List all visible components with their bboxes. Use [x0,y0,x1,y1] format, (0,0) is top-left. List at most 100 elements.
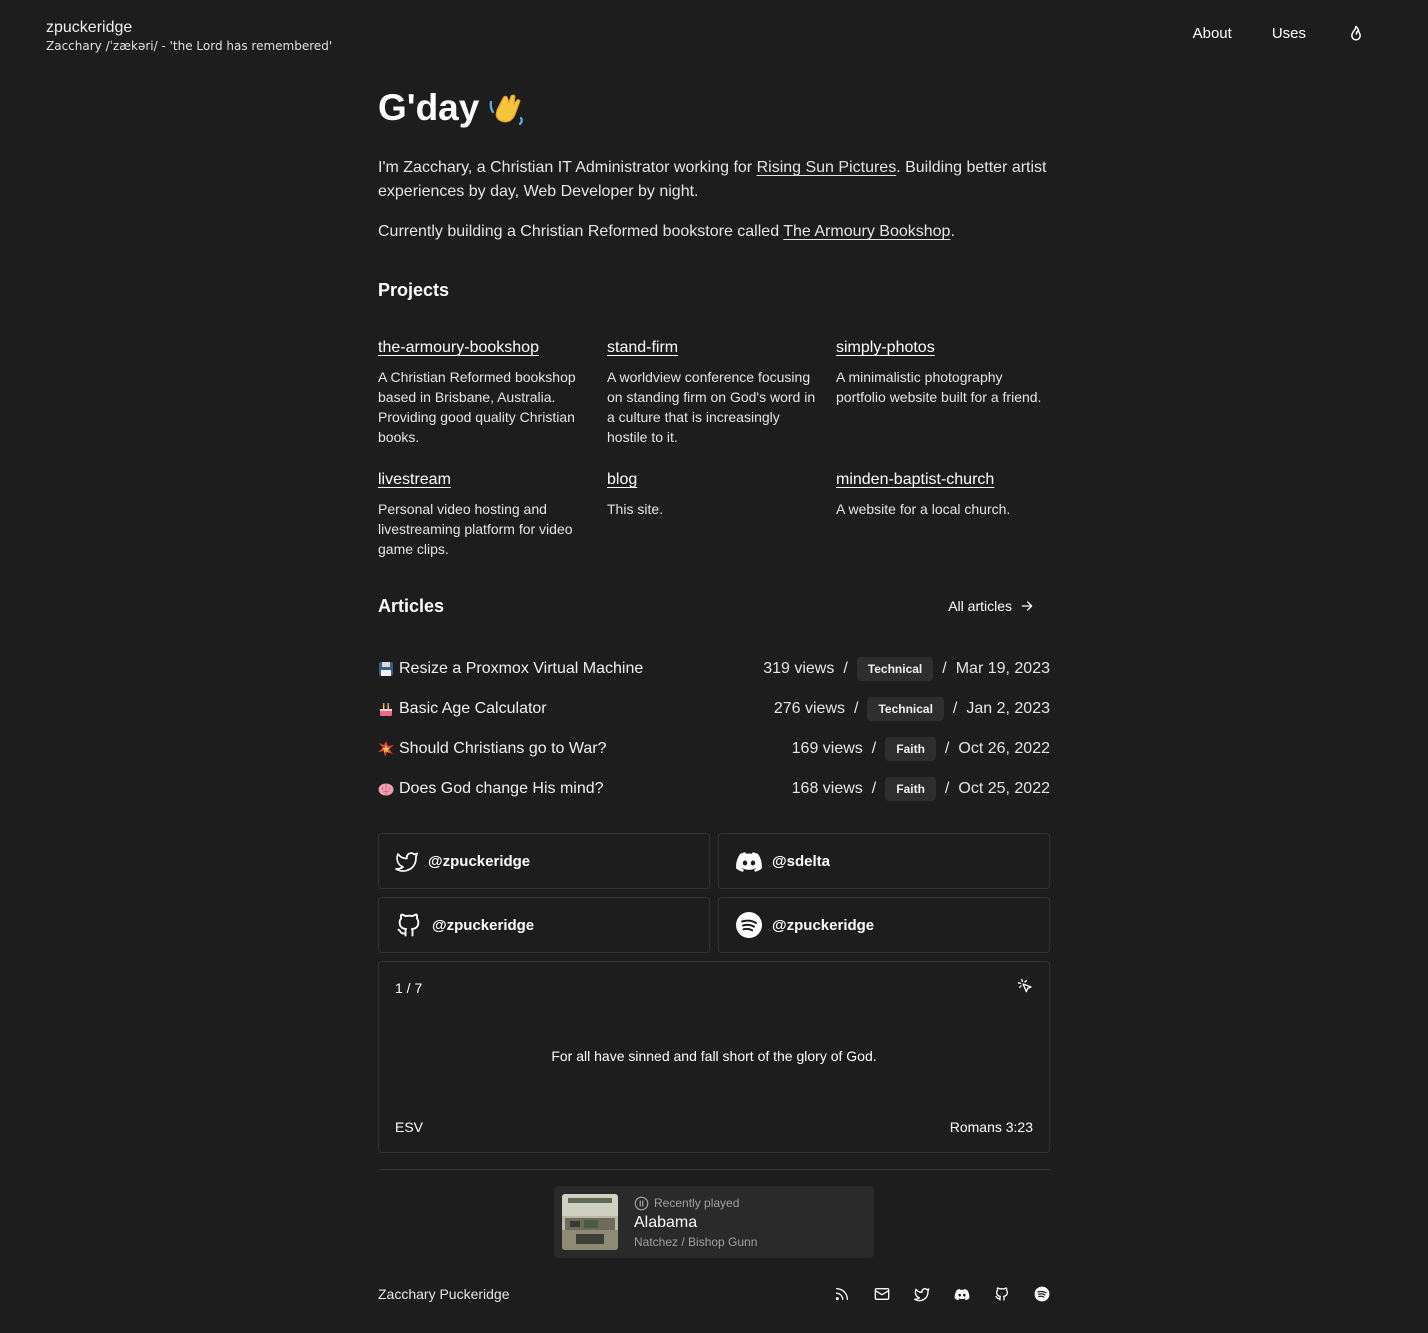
theme-toggle-flame-icon[interactable] [1346,24,1366,44]
project-description: A minimalistic photography portfolio web… [836,369,1042,405]
armoury-bookshop-link[interactable]: The Armoury Bookshop [783,223,950,240]
article-tag: Technical [856,657,934,681]
project-item: stand-firm A worldview conference focusi… [607,337,821,447]
next-verse-pointer-icon[interactable] [1017,978,1033,994]
github-handle: @zpuckeridge [432,916,535,934]
article-tag: Technical [867,697,944,721]
project-item: the-armoury-bookshop A Christian Reforme… [378,337,592,447]
article-tag: Faith [885,777,936,801]
bible-verse-card: 1 / 7 For all have sinned and fall short… [378,961,1050,1153]
separator: / [944,780,950,797]
nav-about[interactable]: About [1193,24,1232,44]
article-date: Oct 25, 2022 [958,780,1050,797]
twitter-footer-icon[interactable] [914,1286,930,1302]
project-description: Personal video hosting and livestreaming… [378,501,573,557]
article-meta: 168 views / Faith / Oct 25, 2022 [792,777,1050,801]
article-date: Oct 26, 2022 [958,740,1050,757]
track-artist: Natchez / Bishop Gunn [634,1234,758,1249]
collision-icon [378,741,394,757]
site-name-link[interactable]: zpuckeridge [46,18,332,38]
spotify-footer-icon[interactable] [1034,1286,1050,1302]
discord-card[interactable]: @sdelta [718,833,1050,889]
article-title: Should Christians go to War? [399,740,607,757]
floppy-disk-icon [378,661,394,677]
article-title-group: Does God change His mind? [378,780,604,798]
article-title-group: Resize a Proxmox Virtual Machine [378,660,643,678]
project-description: A worldview conference focusing on stand… [607,369,816,445]
now-playing-widget[interactable]: Recently played Alabama Natchez / Bishop… [554,1186,874,1258]
album-art [562,1194,618,1250]
arrow-right-icon [1021,601,1033,611]
mail-icon[interactable] [874,1286,890,1302]
spotify-card[interactable]: @zpuckeridge [718,897,1050,953]
project-link[interactable]: minden-baptist-church [836,471,994,488]
projects-grid: the-armoury-bookshop A Christian Reforme… [378,337,1050,559]
project-link[interactable]: blog [607,471,637,488]
article-row[interactable]: Does God change His mind? 168 views / Fa… [378,769,1050,809]
github-card[interactable]: @zpuckeridge [378,897,710,953]
track-title: Alabama [634,1213,698,1231]
article-title-group: Should Christians go to War? [378,740,607,758]
article-row[interactable]: Basic Age Calculator 276 views / Technic… [378,689,1050,729]
discord-footer-icon[interactable] [954,1286,970,1302]
all-articles-link[interactable]: All articles [948,598,1034,614]
playback-status: Recently played [634,1196,757,1211]
intro-text: . [950,223,955,240]
project-link[interactable]: stand-firm [607,339,678,356]
project-item: livestream Personal video hosting and li… [378,469,592,559]
rss-icon[interactable] [834,1286,850,1302]
intro-text: Currently building a Christian Reformed … [378,223,784,240]
verse-counter: 1 / 7 [395,980,423,996]
main-nav: About Uses [1153,24,1366,44]
spotify-icon [736,912,762,938]
article-title: Basic Age Calculator [399,700,547,717]
nav-uses[interactable]: Uses [1272,24,1306,44]
rising-sun-pictures-link[interactable]: Rising Sun Pictures [757,159,897,176]
article-tag: Faith [885,737,936,761]
separator: / [854,700,859,717]
waving-hand-icon [487,88,527,128]
article-meta: 319 views / Technical / Mar 19, 2023 [763,657,1050,681]
discord-icon [736,852,762,872]
twitter-card[interactable]: @zpuckeridge [378,833,710,889]
article-meta: 169 views / Faith / Oct 26, 2022 [792,737,1050,761]
birthday-cake-icon [378,701,394,717]
github-footer-icon[interactable] [994,1286,1010,1302]
project-link[interactable]: simply-photos [836,339,935,356]
article-views: 168 views [791,780,863,797]
project-item: simply-photos A minimalistic photography… [836,337,1050,447]
article-list: Resize a Proxmox Virtual Machine 319 vie… [378,649,1050,809]
site-brand: zpuckeridge Zacchary /ˈzækəri/ - 'the Lo… [46,18,332,53]
separator: / [952,700,958,717]
playback-status-text: Recently played [654,1196,740,1210]
twitter-handle: @zpuckeridge [428,852,531,870]
separator: / [843,660,848,677]
article-date: Mar 19, 2023 [955,660,1050,677]
github-icon [397,913,420,937]
article-title: Resize a Proxmox Virtual Machine [399,660,644,677]
article-row[interactable]: Resize a Proxmox Virtual Machine 319 vie… [378,649,1050,689]
site-footer: Zacchary Puckeridge [378,1282,1050,1306]
project-link[interactable]: the-armoury-bookshop [378,339,539,356]
separator: / [871,780,877,797]
footer-name: Zacchary Puckeridge [378,1286,510,1302]
all-articles-label: All articles [948,598,1012,614]
separator: / [942,660,947,677]
intro: I'm Zacchary, a Christian IT Administrat… [378,156,1050,244]
site-subtitle: Zacchary /ˈzækəri/ - 'the Lord has remem… [46,39,333,53]
article-title: Does God change His mind? [399,780,604,797]
intro-paragraph-2: Currently building a Christian Reformed … [378,220,1050,244]
article-meta: 276 views / Technical / Jan 2, 2023 [774,697,1050,721]
project-description: A website for a local church. [836,501,1011,517]
article-row[interactable]: Should Christians go to War? 169 views /… [378,729,1050,769]
verse-reference: Romans 3:23 [949,1119,1033,1135]
twitter-icon [395,852,418,872]
articles-header: Articles All articles [378,593,1050,619]
footer-icon-links [810,1286,1050,1302]
now-playing-info: Recently played Alabama Natchez / Bishop… [634,1196,757,1249]
article-date: Jan 2, 2023 [966,700,1050,717]
project-link[interactable]: livestream [378,471,451,488]
intro-paragraph-1: I'm Zacchary, a Christian IT Administrat… [378,156,1050,204]
project-item: blog This site. [607,469,821,559]
project-description: This site. [607,501,664,517]
